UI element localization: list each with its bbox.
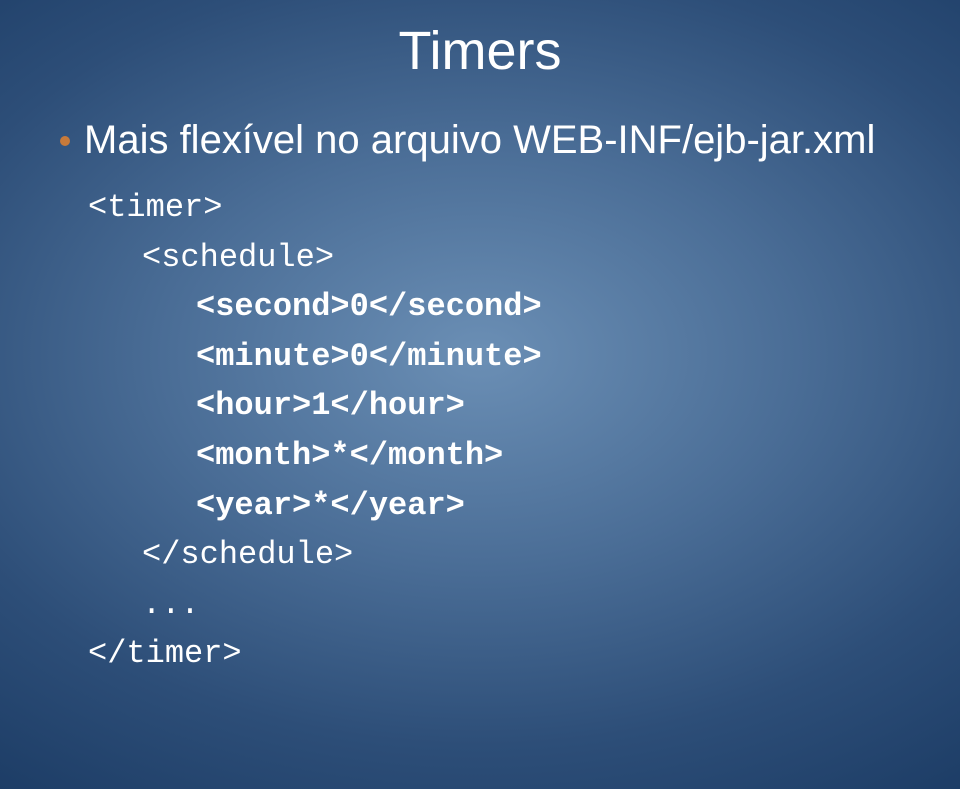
code-line: <second>0</second> — [88, 282, 900, 332]
code-line: </timer> — [88, 629, 900, 679]
code-line: <timer> — [88, 183, 900, 233]
bullet-item: Mais flexível no arquivo WEB-INF/ejb-jar… — [60, 118, 900, 163]
code-line: <schedule> — [88, 233, 900, 283]
code-line: ... — [88, 580, 900, 630]
code-line: </schedule> — [88, 530, 900, 580]
slide: Timers Mais flexível no arquivo WEB-INF/… — [0, 0, 960, 789]
slide-title: Timers — [60, 20, 900, 82]
bullet-text: Mais flexível no arquivo WEB-INF/ejb-jar… — [84, 118, 875, 163]
code-line: <year>*</year> — [88, 481, 900, 531]
code-line: <hour>1</hour> — [88, 381, 900, 431]
code-line: <month>*</month> — [88, 431, 900, 481]
code-line: <minute>0</minute> — [88, 332, 900, 382]
code-block: <timer> <schedule> <second>0</second> <m… — [88, 183, 900, 679]
bullet-icon — [60, 136, 70, 146]
